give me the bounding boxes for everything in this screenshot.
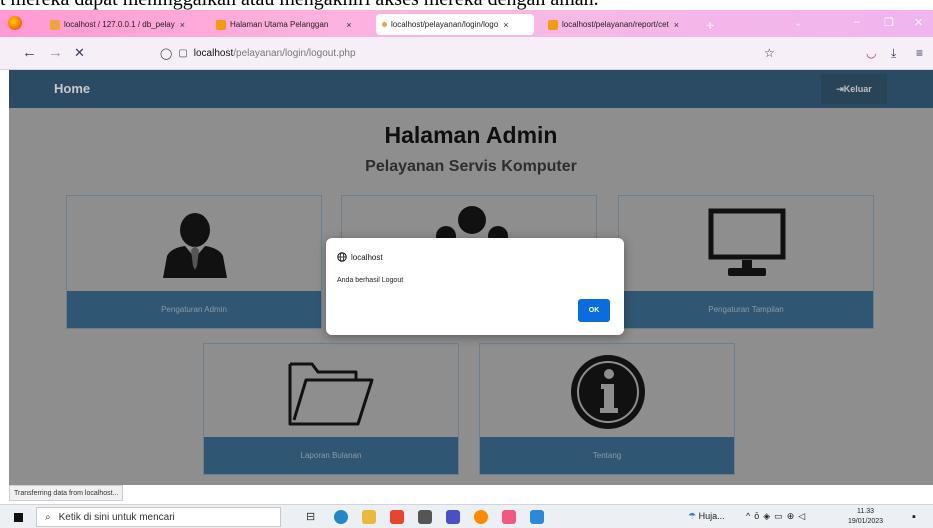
search-placeholder: Ketik di sini untuk mencari: [58, 511, 175, 523]
folder-icon: [288, 362, 374, 426]
taskbar: ⌕ Ketik di sini untuk mencari ⊟ ☂ Huja..…: [0, 504, 933, 528]
card-pengaturan-admin[interactable]: Pengaturan Admin: [66, 195, 322, 329]
vscode-icon[interactable]: [530, 510, 544, 524]
card-pengaturan-tampilan[interactable]: Pengaturan Tampilan: [618, 195, 874, 329]
page-favicon-icon: [548, 19, 558, 30]
tab-close-icon[interactable]: ×: [346, 20, 351, 30]
volume-icon: ◁: [798, 511, 810, 521]
tab-logout[interactable]: localhost/pelayanan/login/logo ×: [376, 14, 534, 35]
page-subtitle: Pelayanan Servis Komputer: [365, 158, 577, 175]
search-icon: ⌕: [45, 511, 51, 523]
taskbar-search-input[interactable]: ⌕ Ketik di sini untuk mencari: [36, 507, 281, 527]
firefox-icon: [8, 16, 22, 30]
alert-dialog: localhost Anda berhasil Logout OK: [326, 238, 624, 335]
app-icon[interactable]: [446, 510, 460, 524]
card-laporan-bulanan[interactable]: Laporan Bulanan: [203, 343, 459, 475]
firefox-taskbar-icon[interactable]: [474, 510, 488, 524]
site-navbar: Home ⇥Keluar: [9, 70, 933, 108]
bookmark-star-icon[interactable]: ☆: [764, 46, 775, 60]
page-favicon-icon: [216, 19, 226, 30]
pen-icon: ō: [754, 511, 764, 521]
pocket-icon[interactable]: ◡: [866, 46, 876, 60]
tab-label: localhost/pelayanan/login/logo: [391, 20, 499, 29]
shield-icon: ◯: [160, 48, 173, 60]
tab-close-icon[interactable]: ×: [180, 20, 185, 30]
tab-report[interactable]: localhost/pelayanan/report/cet ×: [542, 14, 700, 35]
edge-icon[interactable]: [334, 510, 348, 524]
forward-button[interactable]: →: [48, 45, 63, 60]
status-bar: Transferring data from localhost...: [9, 485, 124, 501]
dialog-origin: localhost: [351, 252, 383, 262]
clock-date: 19/01/2023: [848, 518, 884, 525]
new-tab-button[interactable]: +: [706, 17, 714, 33]
logout-button[interactable]: ⇥Keluar: [821, 74, 887, 104]
tab-halaman-utama[interactable]: Halaman Utama Pelanggan ×: [210, 14, 368, 35]
caption-text: t mereka dapat meninggalkan atau mengakh…: [0, 0, 599, 10]
ok-button[interactable]: OK: [578, 299, 610, 322]
clock[interactable]: 11.33 19/01/2023: [848, 507, 883, 527]
tab-close-icon[interactable]: ×: [503, 20, 508, 30]
minimize-button[interactable]: –: [854, 16, 860, 28]
tab-close-icon[interactable]: ×: [674, 20, 679, 30]
office-icon[interactable]: [390, 510, 404, 524]
file-explorer-icon[interactable]: [362, 510, 376, 524]
task-view-icon[interactable]: ⊟: [306, 510, 320, 524]
list-tabs-button[interactable]: ⌄: [794, 18, 802, 29]
rain-cloud-icon: ☂: [688, 511, 697, 521]
card-label: Pengaturan Tampilan: [619, 291, 873, 328]
restore-button[interactable]: ❐: [884, 16, 894, 29]
card-label: Laporan Bulanan: [204, 437, 458, 474]
windows-start-icon[interactable]: [14, 513, 23, 522]
xampp-icon[interactable]: [502, 510, 516, 524]
tab-label: Halaman Utama Pelanggan: [230, 20, 329, 29]
chevron-up-icon: ^: [746, 511, 755, 521]
phpmyadmin-icon: [50, 19, 60, 30]
download-icon[interactable]: ⤓: [891, 46, 896, 61]
page-icon: ▢: [178, 48, 188, 59]
card-label: Tentang: [480, 437, 734, 474]
home-link[interactable]: Home: [54, 81, 90, 96]
card-label: Pengaturan Admin: [67, 291, 321, 328]
admin-user-icon: [163, 213, 227, 278]
monitor-icon: [708, 208, 786, 276]
close-window-button[interactable]: ✕: [914, 16, 923, 29]
loading-dot-icon: [382, 22, 387, 27]
address-bar[interactable]: ◯ ▢ localhost /pelayanan/login/logout.ph…: [160, 42, 800, 65]
url-host: localhost: [193, 48, 234, 59]
system-tray[interactable]: ^ō◈▭⊕◁: [746, 511, 809, 522]
mail-icon[interactable]: [418, 510, 432, 524]
stop-button[interactable]: ✕: [74, 45, 85, 60]
page-title: Halaman Admin: [384, 122, 558, 148]
clock-time: 11.33: [857, 508, 875, 515]
card-tentang[interactable]: Tentang: [479, 343, 735, 475]
weather-text: Huja...: [698, 511, 725, 521]
screen: t mereka dapat meninggalkan atau mengakh…: [0, 0, 933, 528]
info-icon: [571, 355, 645, 429]
dialog-header: localhost: [337, 252, 383, 262]
tab-phpmyadmin[interactable]: localhost / 127.0.0.1 / db_pelay ×: [44, 14, 202, 35]
app-menu-icon[interactable]: ≡: [916, 46, 923, 60]
tab-label: localhost / 127.0.0.1 / db_pelay: [64, 20, 175, 29]
dialog-message: Anda berhasil Logout: [337, 277, 404, 284]
url-path: /pelayanan/login/logout.php: [233, 48, 356, 59]
network-icon: ◈: [763, 511, 775, 521]
document-caption: t mereka dapat meninggalkan atau mengakh…: [0, 0, 933, 10]
battery-icon: ▭: [774, 511, 787, 521]
weather-widget[interactable]: ☂ Huja...: [688, 511, 725, 522]
language-icon: ⊕: [786, 511, 799, 521]
notification-icon[interactable]: ▪: [912, 511, 916, 523]
tab-strip: localhost / 127.0.0.1 / db_pelay × Halam…: [0, 10, 933, 37]
navigation-bar: ← → ✕ ◯ ▢ localhost /pelayanan/login/log…: [0, 37, 933, 70]
tab-label: localhost/pelayanan/report/cet: [562, 20, 669, 29]
back-button[interactable]: ←: [22, 45, 37, 60]
globe-icon: [337, 252, 347, 262]
